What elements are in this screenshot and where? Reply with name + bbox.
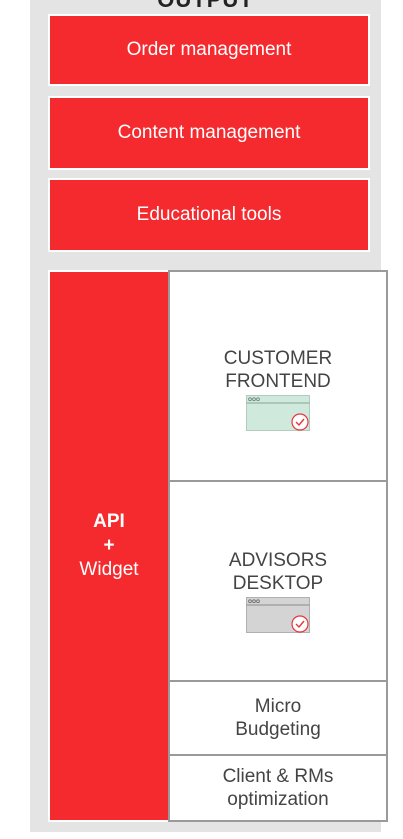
customer-frontend-line1: CUSTOMER: [223, 348, 333, 369]
content-management-label: Content management: [117, 122, 301, 143]
customer-frontend-line2: FRONTEND: [225, 371, 331, 392]
api-plus-label: +: [103, 535, 115, 556]
client-rms-line2: optimization: [227, 789, 329, 810]
advisors-browser-window-icon: [246, 597, 310, 633]
order-management-label: Order management: [126, 39, 292, 60]
advisors-desktop-line2: DESKTOP: [232, 573, 324, 594]
api-widget-column: API + Widget: [48, 270, 168, 822]
panel-title: OUTPUT: [30, 0, 381, 13]
content-management-box: Content management: [48, 96, 370, 170]
customer-frontend-box: CUSTOMER FRONTEND: [168, 270, 388, 482]
micro-budgeting-line2: Budgeting: [235, 719, 321, 740]
educational-tools-box: Educational tools: [48, 178, 370, 252]
micro-budgeting-box: Micro Budgeting: [168, 680, 388, 756]
micro-budgeting-line1: Micro: [254, 696, 302, 717]
client-rms-line1: Client & RMs: [222, 766, 334, 787]
client-rms-optimization-box: Client & RMs optimization: [168, 754, 388, 822]
educational-tools-label: Educational tools: [136, 204, 282, 225]
advisors-desktop-box: ADVISORS DESKTOP: [168, 480, 388, 682]
order-management-box: Order management: [48, 14, 370, 86]
advisors-desktop-line1: ADVISORS: [228, 550, 328, 571]
api-label: API: [93, 511, 125, 532]
widget-label: Widget: [79, 559, 139, 580]
customer-browser-window-icon: [246, 395, 310, 431]
